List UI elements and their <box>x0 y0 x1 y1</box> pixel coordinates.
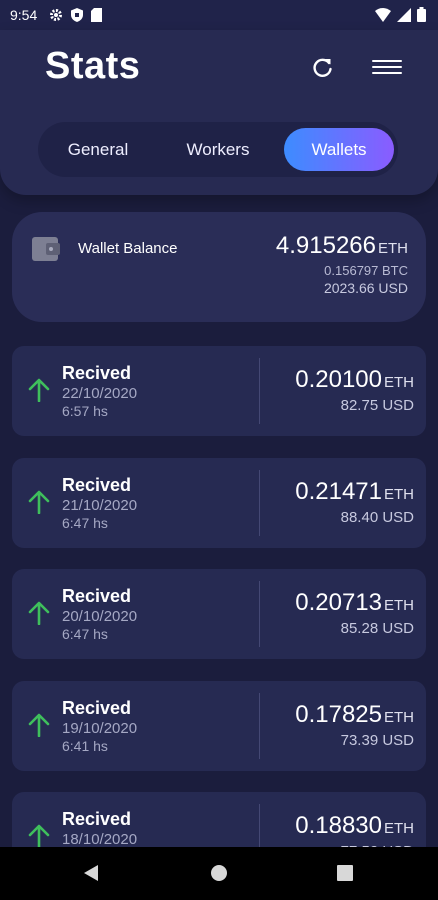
transaction-date: 21/10/2020 <box>62 497 138 514</box>
transaction-eth: 0.20100 <box>295 366 382 393</box>
transaction-time: 6:41 hs <box>62 738 108 754</box>
transaction-time: 6:47 hs <box>62 626 108 642</box>
transaction-date: 19/10/2020 <box>62 720 138 737</box>
tab-workers[interactable]: Workers <box>168 128 268 171</box>
shield-icon <box>71 8 84 22</box>
wallet-balance-amount: 4.915266 ETH <box>276 232 408 260</box>
divider <box>259 693 260 759</box>
transaction-amount: 0.18830 ETH <box>295 812 414 840</box>
transaction-amount: 0.20713 ETH <box>295 589 414 617</box>
transaction-date: 22/10/2020 <box>62 385 138 402</box>
transaction-label: Recived <box>62 475 132 495</box>
transaction-unit: ETH <box>384 374 414 391</box>
battery-icon <box>417 7 426 22</box>
transaction-amount: 0.17825 ETH <box>295 701 414 729</box>
transaction-date: 18/10/2020 <box>62 831 138 848</box>
transaction-item[interactable]: Recived 22/10/2020 6:57 hs 0.20100 ETH 82… <box>12 346 426 436</box>
transaction-item[interactable]: Recived 20/10/2020 6:47 hs 0.20713 ETH 85… <box>12 569 426 659</box>
arrow-up-icon <box>28 490 50 514</box>
back-icon[interactable] <box>84 865 98 881</box>
transaction-eth: 0.20713 <box>295 589 382 616</box>
transaction-unit: ETH <box>384 820 414 837</box>
page-title: Stats <box>45 45 141 87</box>
arrow-up-icon <box>28 378 50 402</box>
transaction-label: Recived <box>62 363 132 383</box>
transaction-time: 6:47 hs <box>62 515 108 531</box>
system-nav-bar <box>0 847 438 900</box>
menu-icon[interactable] <box>372 56 402 78</box>
arrow-up-icon <box>28 713 50 737</box>
tab-bar: General Workers Wallets <box>38 122 398 177</box>
home-icon[interactable] <box>211 865 227 881</box>
status-time: 9:54 <box>10 7 38 23</box>
tab-wallets[interactable]: Wallets <box>284 128 394 171</box>
transaction-item[interactable]: Recived 19/10/2020 6:41 hs 0.17825 ETH 73… <box>12 681 426 771</box>
transaction-unit: ETH <box>384 486 414 503</box>
wallet-icon <box>32 237 60 261</box>
divider <box>259 470 260 536</box>
transaction-label: Recived <box>62 698 132 718</box>
tab-general[interactable]: General <box>48 128 148 171</box>
arrow-up-icon <box>28 824 50 848</box>
status-bar: 9:54 <box>0 0 438 30</box>
recent-apps-icon[interactable] <box>337 865 353 881</box>
wallet-balance-eth: 4.915266 <box>275 232 376 259</box>
transaction-amount: 0.21471 ETH <box>295 478 414 506</box>
signal-icon <box>397 7 411 22</box>
transaction-amount: 0.20100 ETH <box>295 366 414 394</box>
gear-icon <box>50 9 63 21</box>
divider <box>259 581 260 647</box>
transaction-unit: ETH <box>384 597 414 614</box>
transaction-item[interactable]: Recived 21/10/2020 6:47 hs 0.21471 ETH 88… <box>12 458 426 548</box>
transaction-usd: 88.40 USD <box>340 509 414 526</box>
wallet-balance-btc: 0.156797 BTC <box>324 263 408 278</box>
transaction-unit: ETH <box>384 709 414 726</box>
transaction-label: Recived <box>62 809 132 829</box>
wallet-balance-label: Wallet Balance <box>78 240 178 257</box>
transaction-time: 6:57 hs <box>62 403 108 419</box>
refresh-icon[interactable] <box>310 55 336 81</box>
transaction-usd: 85.28 USD <box>340 620 414 637</box>
transaction-eth: 0.17825 <box>295 701 382 728</box>
transaction-eth: 0.21471 <box>295 478 382 505</box>
sd-card-icon <box>91 8 103 22</box>
wallet-balance-usd: 2023.66 USD <box>323 280 408 296</box>
wallet-balance-card: Wallet Balance 4.915266 ETH 0.156797 BTC … <box>12 212 426 322</box>
arrow-up-icon <box>28 601 50 625</box>
transaction-date: 20/10/2020 <box>62 608 138 625</box>
wallet-balance-unit: ETH <box>378 240 408 257</box>
transaction-usd: 82.75 USD <box>340 397 414 414</box>
header: Stats General Workers Wallets <box>0 30 438 195</box>
transaction-label: Recived <box>62 586 132 606</box>
transaction-eth: 0.18830 <box>295 812 382 839</box>
wifi-icon <box>375 7 391 22</box>
transaction-usd: 73.39 USD <box>340 732 414 749</box>
divider <box>259 358 260 424</box>
